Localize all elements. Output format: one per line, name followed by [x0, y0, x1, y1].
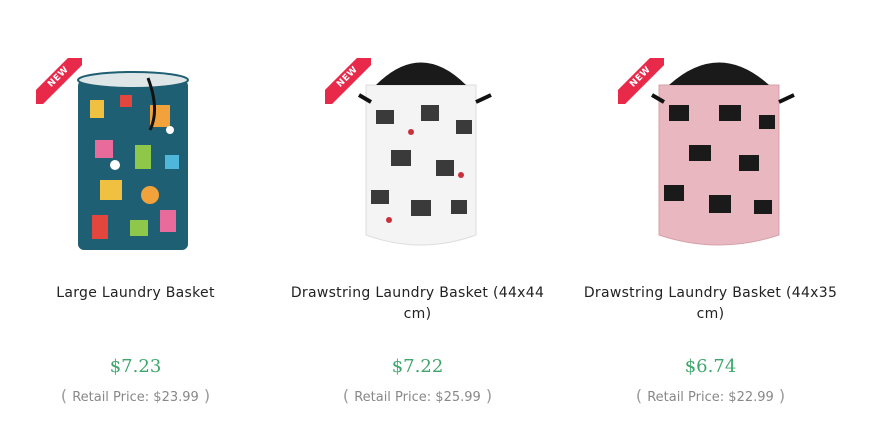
retail-price-value: $25.99 — [435, 390, 481, 405]
product-image[interactable] — [564, 50, 857, 260]
product-price: $6.74 — [684, 356, 737, 377]
open-paren: ( — [60, 386, 73, 405]
product-title[interactable]: Large Laundry Basket — [18, 283, 253, 304]
retail-price-value: $23.99 — [153, 390, 199, 405]
close-paren: ) — [480, 386, 493, 405]
product-card[interactable]: NEW Drawstring Laundry Basket (44x35cm) … — [564, 0, 857, 427]
retail-price: ( Retail Price: $25.99 ) — [271, 386, 564, 405]
open-paren: ( — [635, 386, 648, 405]
new-badge: NEW — [325, 58, 371, 104]
product-title[interactable]: Drawstring Laundry Basket (44x44cm) — [289, 283, 546, 325]
retail-price: ( Retail Price: $23.99 ) — [0, 386, 271, 405]
drawstring-basket-image[interactable] — [564, 50, 857, 260]
open-paren: ( — [342, 386, 355, 405]
drawstring-basket-image[interactable] — [271, 50, 564, 260]
product-grid: NEW Large Laundry Basket $7.23 ( Retail … — [0, 0, 883, 427]
product-card[interactable]: NEW Drawstring Laundry Basket (44x44cm) … — [271, 0, 564, 427]
product-card[interactable]: NEW Large Laundry Basket $7.23 ( Retail … — [0, 0, 271, 427]
retail-price-value: $22.99 — [728, 390, 774, 405]
product-image[interactable] — [271, 50, 564, 260]
retail-price-label: Retail Price: — [72, 390, 150, 405]
close-paren: ) — [198, 386, 211, 405]
close-paren: ) — [773, 386, 786, 405]
new-badge: NEW — [618, 58, 664, 104]
product-title[interactable]: Drawstring Laundry Basket (44x35cm) — [582, 283, 839, 325]
product-price: $7.23 — [109, 356, 162, 377]
product-price: $7.22 — [391, 356, 444, 377]
new-badge: NEW — [36, 58, 82, 104]
retail-price: ( Retail Price: $22.99 ) — [564, 386, 857, 405]
retail-price-label: Retail Price: — [354, 390, 432, 405]
retail-price-label: Retail Price: — [647, 390, 725, 405]
